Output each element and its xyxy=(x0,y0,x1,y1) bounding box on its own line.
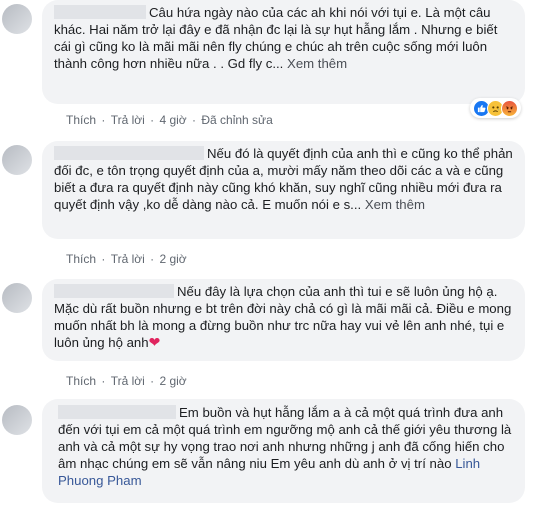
avatar[interactable] xyxy=(2,283,32,313)
like-button[interactable]: Thích xyxy=(66,374,96,388)
reply-button[interactable]: Trả lời xyxy=(111,374,145,388)
avatar[interactable] xyxy=(2,4,32,34)
author-name-redacted[interactable] xyxy=(54,5,146,19)
comment-bubble: Câu hứa ngày nào của các ah khi nói với … xyxy=(42,0,525,104)
reply-button[interactable]: Trả lời xyxy=(111,252,145,266)
comment-actions: Thích · Trả lời · 2 giờ xyxy=(66,374,187,388)
author-name-redacted[interactable] xyxy=(54,284,174,298)
edited-label[interactable]: Đã chỉnh sửa xyxy=(201,113,272,127)
see-more-link[interactable]: Xem thêm xyxy=(287,56,347,71)
like-button[interactable]: Thích xyxy=(66,113,96,127)
comment-bubble: Nếu đây là lựa chọn của anh thì tui e sẽ… xyxy=(42,279,525,361)
comment-time[interactable]: 2 giờ xyxy=(159,374,186,388)
comment-time[interactable]: 4 giờ xyxy=(159,113,186,127)
comment-actions: Thích · Trả lời · 4 giờ · Đã chỉnh sửa xyxy=(66,113,273,127)
see-more-link[interactable]: Xem thêm xyxy=(365,197,425,212)
avatar[interactable] xyxy=(2,145,32,175)
comment-time[interactable]: 2 giờ xyxy=(159,252,186,266)
author-name-redacted[interactable] xyxy=(54,146,204,160)
comment-bubble: Em buồn và hụt hẫng lắm a à cả một quá t… xyxy=(42,399,525,503)
reply-button[interactable]: Trả lời xyxy=(111,113,145,127)
author-name-redacted[interactable] xyxy=(58,405,176,419)
like-button[interactable]: Thích xyxy=(66,252,96,266)
avatar[interactable] xyxy=(2,405,32,435)
comment-bubble: Nếu đó là quyết định của anh thì e cũng … xyxy=(42,141,525,239)
reactions-summary[interactable] xyxy=(470,98,521,118)
comment-actions: Thích · Trả lời · 2 giờ xyxy=(66,252,187,266)
angry-reaction-icon xyxy=(501,99,518,117)
heart-icon: ❤ xyxy=(148,334,161,350)
